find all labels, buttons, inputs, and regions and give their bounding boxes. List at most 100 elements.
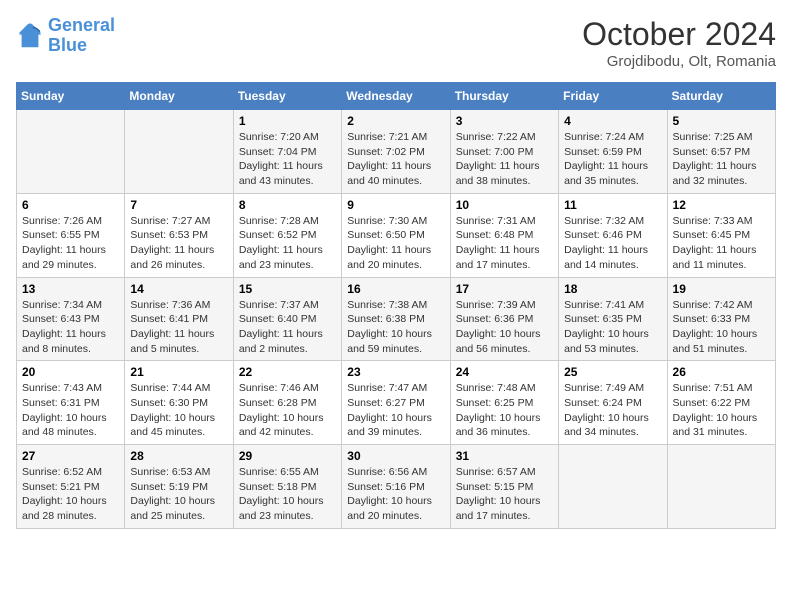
table-row: 3Sunrise: 7:22 AMSunset: 7:00 PMDaylight… xyxy=(450,110,558,194)
day-number: 12 xyxy=(673,198,770,212)
day-info: Sunrise: 7:48 AMSunset: 6:25 PMDaylight:… xyxy=(456,381,553,440)
day-number: 13 xyxy=(22,282,119,296)
day-number: 3 xyxy=(456,114,553,128)
table-row: 20Sunrise: 7:43 AMSunset: 6:31 PMDayligh… xyxy=(17,361,125,445)
table-row: 26Sunrise: 7:51 AMSunset: 6:22 PMDayligh… xyxy=(667,361,775,445)
day-number: 21 xyxy=(130,365,227,379)
table-row: 13Sunrise: 7:34 AMSunset: 6:43 PMDayligh… xyxy=(17,277,125,361)
table-row: 6 Sunrise: 7:26 AMSunset: 6:55 PMDaylight… xyxy=(17,193,125,277)
day-info: Sunrise: 7:49 AMSunset: 6:24 PMDaylight:… xyxy=(564,381,661,440)
day-info: Sunrise: 7:30 AMSunset: 6:50 PMDaylight:… xyxy=(347,214,444,273)
day-number: 31 xyxy=(456,449,553,463)
col-thursday: Thursday xyxy=(450,83,558,110)
table-row: 17Sunrise: 7:39 AMSunset: 6:36 PMDayligh… xyxy=(450,277,558,361)
day-info: Sunrise: 6:52 AMSunset: 5:21 PMDaylight:… xyxy=(22,465,119,524)
day-number: 19 xyxy=(673,282,770,296)
day-number: 27 xyxy=(22,449,119,463)
day-number: 20 xyxy=(22,365,119,379)
day-info: Sunrise: 7:42 AMSunset: 6:33 PMDaylight:… xyxy=(673,298,770,357)
page-header: General Blue October 2024 Grojdibodu, Ol… xyxy=(16,16,776,70)
day-number: 14 xyxy=(130,282,227,296)
table-row: 21 Sunrise: 7:44 AMSunset: 6:30 PMDayligh… xyxy=(125,361,233,445)
table-row: 11 Sunrise: 7:32 AMSunset: 6:46 PMDayligh… xyxy=(559,193,667,277)
day-number: 25 xyxy=(564,365,661,379)
day-info: Sunrise: 7:21 AMSunset: 7:02 PMDaylight:… xyxy=(347,130,444,189)
header-row: Sunday Monday Tuesday Wednesday Thursday… xyxy=(17,83,776,110)
table-row: 4 Sunrise: 7:24 AMSunset: 6:59 PMDaylight… xyxy=(559,110,667,194)
day-info: Sunrise: 7:44 AMSunset: 6:30 PMDaylight:… xyxy=(130,381,227,440)
logo: General Blue xyxy=(16,16,115,56)
col-sunday: Sunday xyxy=(17,83,125,110)
logo-icon xyxy=(16,22,44,50)
table-row: 31 Sunrise: 6:57 AMSunset: 5:15 PMDayligh… xyxy=(450,445,558,529)
calendar-week-3: 13Sunrise: 7:34 AMSunset: 6:43 PMDayligh… xyxy=(17,277,776,361)
day-number: 4 xyxy=(564,114,661,128)
day-number: 7 xyxy=(130,198,227,212)
day-info: Sunrise: 7:27 AMSunset: 6:53 PMDaylight:… xyxy=(130,214,227,273)
table-row xyxy=(667,445,775,529)
day-info: Sunrise: 7:32 AMSunset: 6:46 PMDaylight:… xyxy=(564,214,661,273)
day-number: 28 xyxy=(130,449,227,463)
day-number: 10 xyxy=(456,198,553,212)
table-row: 9 Sunrise: 7:30 AMSunset: 6:50 PMDaylight… xyxy=(342,193,450,277)
title-section: October 2024 Grojdibodu, Olt, Romania xyxy=(582,16,776,70)
day-number: 8 xyxy=(239,198,336,212)
calendar-week-5: 27 Sunrise: 6:52 AMSunset: 5:21 PMDayligh… xyxy=(17,445,776,529)
day-number: 1 xyxy=(239,114,336,128)
table-row: 16Sunrise: 7:38 AMSunset: 6:38 PMDayligh… xyxy=(342,277,450,361)
day-number: 17 xyxy=(456,282,553,296)
table-row: 12Sunrise: 7:33 AMSunset: 6:45 PMDayligh… xyxy=(667,193,775,277)
day-number: 22 xyxy=(239,365,336,379)
day-number: 29 xyxy=(239,449,336,463)
calendar-week-1: 1Sunrise: 7:20 AMSunset: 7:04 PMDaylight… xyxy=(17,110,776,194)
table-row: 2 Sunrise: 7:21 AMSunset: 7:02 PMDaylight… xyxy=(342,110,450,194)
day-info: Sunrise: 7:31 AMSunset: 6:48 PMDaylight:… xyxy=(456,214,553,273)
table-row: 5Sunrise: 7:25 AMSunset: 6:57 PMDaylight… xyxy=(667,110,775,194)
day-number: 23 xyxy=(347,365,444,379)
day-info: Sunrise: 7:24 AMSunset: 6:59 PMDaylight:… xyxy=(564,130,661,189)
table-row: 24 Sunrise: 7:48 AMSunset: 6:25 PMDayligh… xyxy=(450,361,558,445)
col-friday: Friday xyxy=(559,83,667,110)
day-number: 11 xyxy=(564,198,661,212)
day-info: Sunrise: 7:37 AMSunset: 6:40 PMDaylight:… xyxy=(239,298,336,357)
col-monday: Monday xyxy=(125,83,233,110)
table-row: 22Sunrise: 7:46 AMSunset: 6:28 PMDayligh… xyxy=(233,361,341,445)
day-number: 18 xyxy=(564,282,661,296)
day-info: Sunrise: 6:53 AMSunset: 5:19 PMDaylight:… xyxy=(130,465,227,524)
day-number: 2 xyxy=(347,114,444,128)
day-info: Sunrise: 7:36 AMSunset: 6:41 PMDaylight:… xyxy=(130,298,227,357)
table-row: 30Sunrise: 6:56 AMSunset: 5:16 PMDayligh… xyxy=(342,445,450,529)
day-number: 26 xyxy=(673,365,770,379)
table-row: 19 Sunrise: 7:42 AMSunset: 6:33 PMDayligh… xyxy=(667,277,775,361)
table-row: 29 Sunrise: 6:55 AMSunset: 5:18 PMDayligh… xyxy=(233,445,341,529)
location: Grojdibodu, Olt, Romania xyxy=(582,53,776,70)
day-number: 24 xyxy=(456,365,553,379)
day-info: Sunrise: 6:57 AMSunset: 5:15 PMDaylight:… xyxy=(456,465,553,524)
table-row: 28 Sunrise: 6:53 AMSunset: 5:19 PMDayligh… xyxy=(125,445,233,529)
day-number: 15 xyxy=(239,282,336,296)
table-row: 14 Sunrise: 7:36 AMSunset: 6:41 PMDayligh… xyxy=(125,277,233,361)
calendar-week-4: 20Sunrise: 7:43 AMSunset: 6:31 PMDayligh… xyxy=(17,361,776,445)
month-title: October 2024 xyxy=(582,16,776,53)
day-number: 30 xyxy=(347,449,444,463)
table-row: 27 Sunrise: 6:52 AMSunset: 5:21 PMDayligh… xyxy=(17,445,125,529)
table-row xyxy=(559,445,667,529)
table-row: 18Sunrise: 7:41 AMSunset: 6:35 PMDayligh… xyxy=(559,277,667,361)
table-row: 8Sunrise: 7:28 AMSunset: 6:52 PMDaylight… xyxy=(233,193,341,277)
table-row: 23 Sunrise: 7:47 AMSunset: 6:27 PMDayligh… xyxy=(342,361,450,445)
col-saturday: Saturday xyxy=(667,83,775,110)
day-info: Sunrise: 6:55 AMSunset: 5:18 PMDaylight:… xyxy=(239,465,336,524)
table-row: 7 Sunrise: 7:27 AMSunset: 6:53 PMDaylight… xyxy=(125,193,233,277)
calendar-table: Sunday Monday Tuesday Wednesday Thursday… xyxy=(16,82,776,529)
table-row: 10 Sunrise: 7:31 AMSunset: 6:48 PMDayligh… xyxy=(450,193,558,277)
day-info: Sunrise: 7:26 AMSunset: 6:55 PMDaylight:… xyxy=(22,214,119,273)
col-wednesday: Wednesday xyxy=(342,83,450,110)
logo-text: General Blue xyxy=(48,16,115,56)
day-number: 9 xyxy=(347,198,444,212)
calendar-week-2: 6 Sunrise: 7:26 AMSunset: 6:55 PMDaylight… xyxy=(17,193,776,277)
col-tuesday: Tuesday xyxy=(233,83,341,110)
day-number: 6 xyxy=(22,198,119,212)
day-info: Sunrise: 7:47 AMSunset: 6:27 PMDaylight:… xyxy=(347,381,444,440)
table-row: 25 Sunrise: 7:49 AMSunset: 6:24 PMDayligh… xyxy=(559,361,667,445)
day-info: Sunrise: 7:38 AMSunset: 6:38 PMDaylight:… xyxy=(347,298,444,357)
